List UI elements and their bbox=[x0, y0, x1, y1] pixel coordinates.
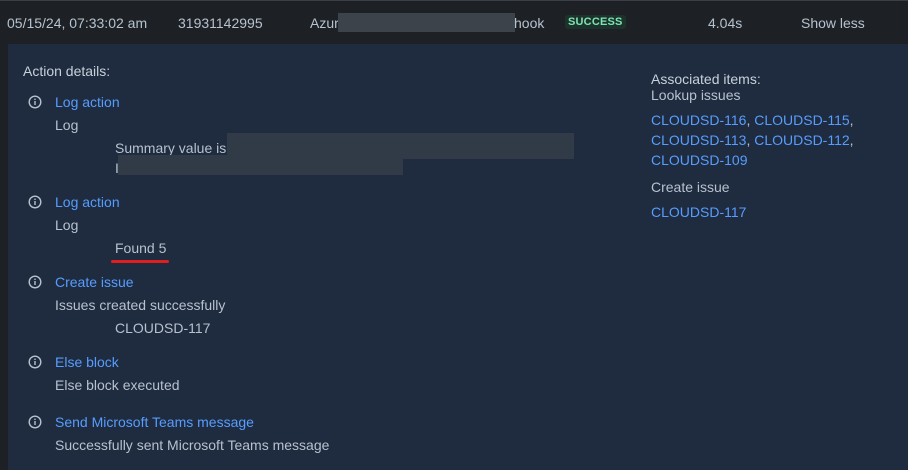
issue-link[interactable]: CLOUDSD-115 bbox=[754, 112, 849, 128]
lookup-issues-line-1: CLOUDSD-116, CLOUDSD-115, bbox=[651, 112, 854, 128]
row-timestamp: 05/15/24, 07:33:02 am bbox=[7, 15, 148, 31]
issue-link[interactable]: CLOUDSD-112 bbox=[754, 132, 849, 148]
action-title-create-issue[interactable]: Create issue bbox=[55, 274, 134, 290]
action-type-else-block: Else block executed bbox=[55, 377, 180, 393]
issue-separator: , bbox=[849, 112, 854, 128]
action-type-log-2: Log bbox=[55, 217, 79, 233]
row-name-prefix: Azur bbox=[310, 15, 339, 31]
lookup-issues-label: Lookup issues bbox=[651, 87, 741, 103]
info-icon bbox=[28, 415, 42, 429]
action-title-teams-message[interactable]: Send Microsoft Teams message bbox=[55, 414, 254, 430]
action-value-created-issue: CLOUDSD-117 bbox=[115, 320, 211, 336]
action-value-summary: Summary value is: bbox=[115, 140, 231, 156]
action-title-log-2[interactable]: Log action bbox=[55, 194, 120, 210]
highlight-underline bbox=[111, 260, 169, 263]
issue-link[interactable]: CLOUDSD-113 bbox=[651, 132, 746, 148]
issue-separator: , bbox=[849, 132, 854, 148]
create-issue-label: Create issue bbox=[651, 179, 730, 195]
action-type-teams-message: Successfully sent Microsoft Teams messag… bbox=[55, 437, 330, 453]
action-value-found: Found 5 bbox=[115, 240, 167, 256]
action-title-else-block[interactable]: Else block bbox=[55, 354, 119, 370]
action-details-panel: Action details: Log action Log Summary v… bbox=[8, 44, 908, 470]
info-icon bbox=[28, 95, 42, 109]
action-type-create-issue: Issues created successfully bbox=[55, 297, 226, 313]
info-icon bbox=[28, 275, 42, 289]
action-type-log-1: Log bbox=[55, 117, 79, 133]
issue-link[interactable]: CLOUDSD-117 bbox=[651, 204, 746, 220]
redacted-summary-value-line2 bbox=[118, 155, 403, 175]
row-name-suffix: hook bbox=[514, 15, 545, 31]
action-details-heading: Action details: bbox=[23, 63, 111, 79]
row-duration: 4.04s bbox=[708, 15, 743, 31]
action-title-log-1[interactable]: Log action bbox=[55, 94, 120, 110]
associated-items-heading: Associated items: bbox=[651, 71, 761, 87]
lookup-issues-line-3: CLOUDSD-109 bbox=[651, 152, 747, 168]
status-badge: SUCCESS bbox=[565, 15, 626, 29]
info-icon bbox=[28, 355, 42, 369]
redacted-rule-name bbox=[338, 13, 515, 32]
info-icon bbox=[28, 195, 42, 209]
lookup-issues-line-2: CLOUDSD-113, CLOUDSD-112, bbox=[651, 132, 854, 148]
row-id: 31931142995 bbox=[178, 15, 263, 31]
created-issues-line: CLOUDSD-117 bbox=[651, 204, 746, 220]
issue-link[interactable]: CLOUDSD-109 bbox=[651, 152, 747, 168]
show-less-link[interactable]: Show less bbox=[801, 15, 865, 31]
issue-link[interactable]: CLOUDSD-116 bbox=[651, 112, 746, 128]
audit-log-row: 05/15/24, 07:33:02 am 31931142995 Azur h… bbox=[0, 0, 908, 45]
